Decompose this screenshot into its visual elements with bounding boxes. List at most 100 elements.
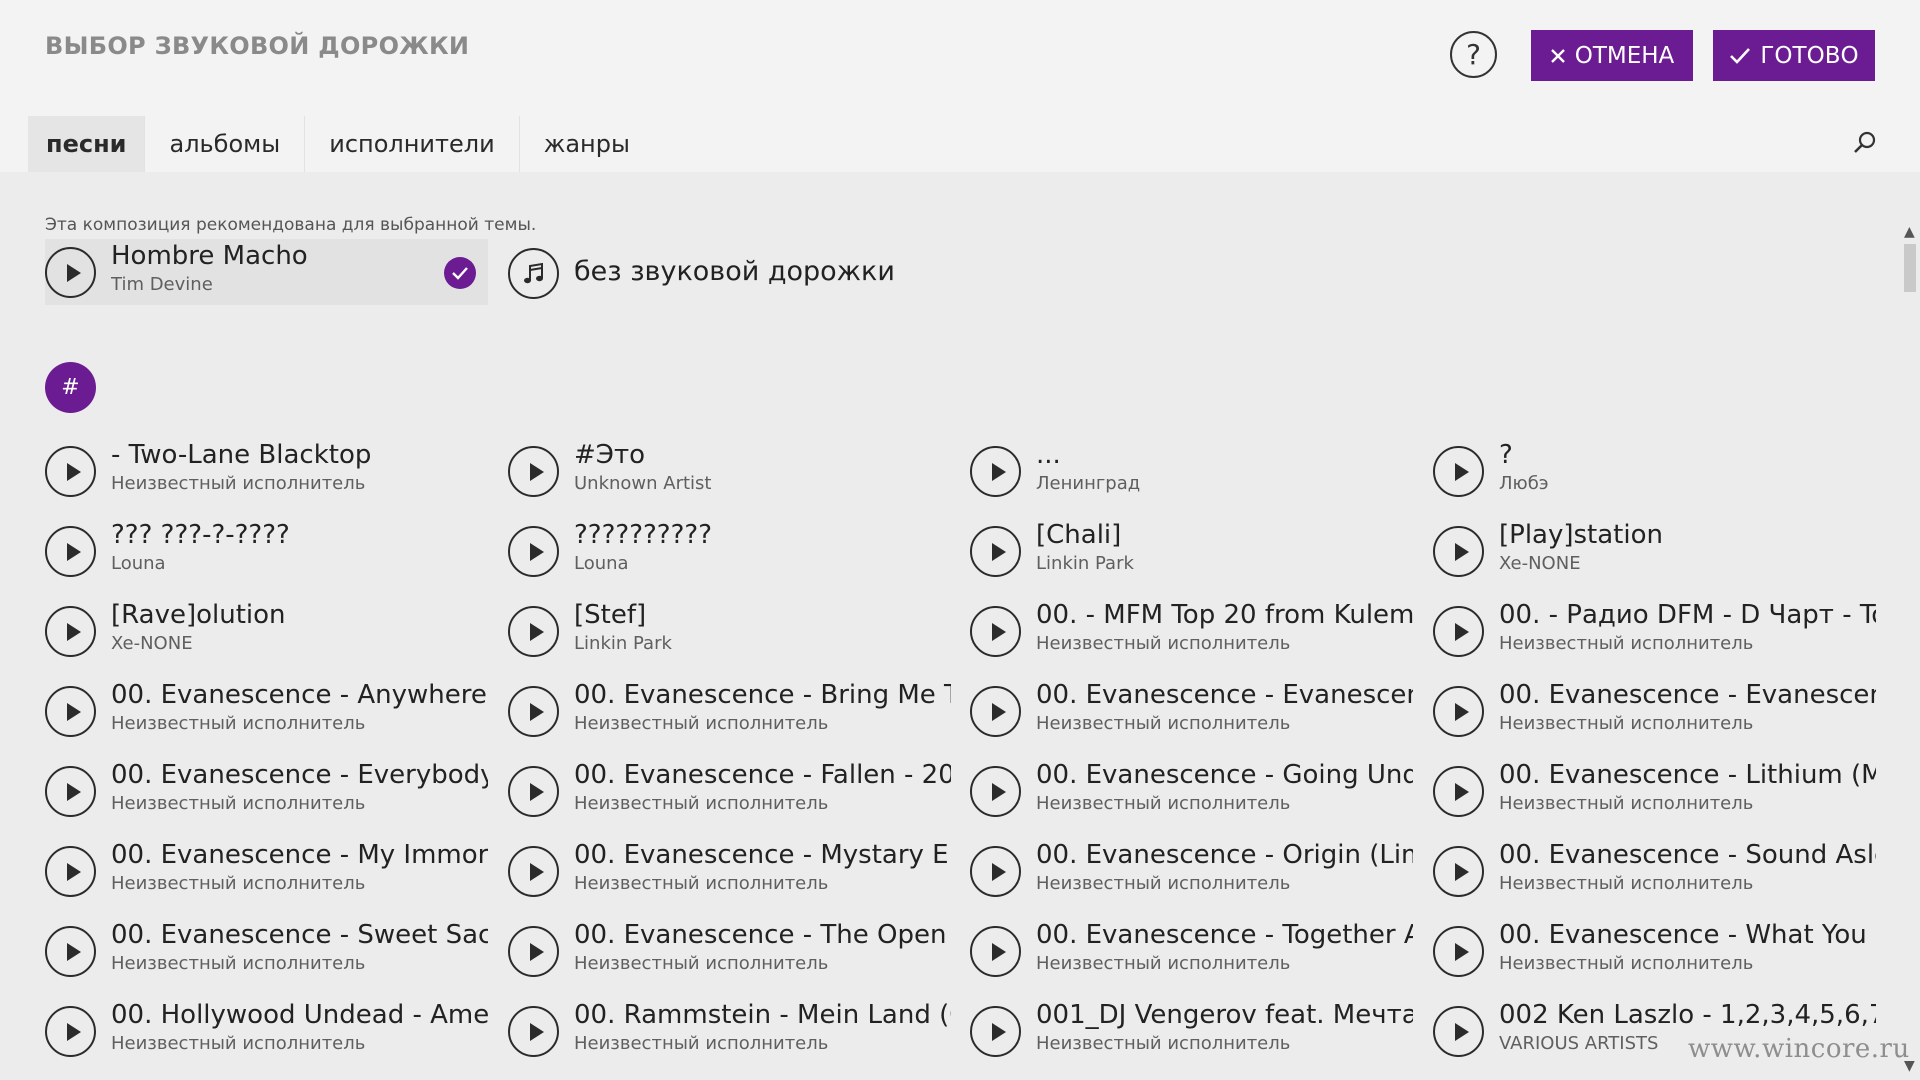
tab-artists[interactable]: исполнители — [305, 116, 520, 172]
play-icon[interactable] — [970, 926, 1021, 977]
cancel-label: ОТМЕНА — [1574, 42, 1675, 69]
play-icon[interactable] — [1433, 846, 1484, 897]
play-icon[interactable] — [970, 686, 1021, 737]
tab-albums[interactable]: альбомы — [145, 116, 306, 172]
play-icon[interactable] — [45, 766, 96, 817]
song-artist: Неизвестный исполнитель — [111, 793, 366, 814]
song-item[interactable]: 00. - Радио DFM - D Чарт - Top-3 Неизвест… — [1433, 598, 1876, 664]
help-button[interactable]: ? — [1450, 31, 1497, 78]
song-item[interactable]: 00. Evanescence - Evanescence EP Неизвест… — [1433, 678, 1876, 744]
song-artist: Неизвестный исполнитель — [1036, 633, 1291, 654]
song-item[interactable]: 00. - MFM Top 20 from Kulemina ( Неизвест… — [970, 598, 1413, 664]
play-icon[interactable] — [1433, 606, 1484, 657]
vertical-scrollbar[interactable]: ▲ ▼ — [1900, 220, 1920, 1080]
song-item[interactable]: - Two-Lane Blacktop Неизвестный исполните… — [45, 438, 488, 504]
song-title: 00. Rammstein - Mein Land (CD S — [574, 1000, 951, 1030]
play-icon[interactable] — [508, 926, 559, 977]
tab-genres[interactable]: жанры — [520, 116, 654, 172]
song-item[interactable]: [Play]station Xe-NONE — [1433, 518, 1876, 584]
play-icon[interactable] — [970, 1006, 1021, 1057]
play-icon[interactable] — [1433, 1006, 1484, 1057]
song-title: 00. Evanescence - My Immortal (M — [111, 840, 488, 870]
song-item[interactable]: 00. Evanescence - Anywhere But H Неизвест… — [45, 678, 488, 744]
song-artist: Неизвестный исполнитель — [574, 873, 829, 894]
play-icon[interactable] — [508, 686, 559, 737]
song-item[interactable]: [Chali] Linkin Park — [970, 518, 1413, 584]
play-icon[interactable] — [508, 1006, 559, 1057]
play-icon[interactable] — [508, 526, 559, 577]
play-icon[interactable] — [970, 606, 1021, 657]
song-item[interactable]: 00. Evanescence - My Immortal (M Неизвест… — [45, 838, 488, 904]
done-button[interactable]: ГОТОВО — [1713, 30, 1875, 81]
top-bar: ВЫБОР ЗВУКОВОЙ ДОРОЖКИ ? ОТМЕНА ГОТОВО п… — [0, 0, 1920, 172]
song-artist: Неизвестный исполнитель — [574, 1033, 829, 1054]
song-artist: Неизвестный исполнитель — [1036, 713, 1291, 734]
play-icon[interactable] — [45, 846, 96, 897]
song-item[interactable]: 00. Rammstein - Mein Land (CD S Неизвестн… — [508, 998, 951, 1064]
play-icon[interactable] — [508, 846, 559, 897]
play-icon[interactable] — [45, 526, 96, 577]
song-item[interactable]: 00. Evanescence - Sweet Sacrifice Неизвес… — [45, 918, 488, 984]
song-item[interactable]: 00. Evanescence - Lithium (Maxi S Неизвес… — [1433, 758, 1876, 824]
song-item[interactable]: [Stef] Linkin Park — [508, 598, 951, 664]
play-icon[interactable] — [970, 766, 1021, 817]
play-icon[interactable] — [45, 1006, 96, 1057]
song-item[interactable]: 00. Evanescence - Mystary EP - 20 Неизвес… — [508, 838, 951, 904]
song-item[interactable]: 00. Evanescence - What You Want Неизвестн… — [1433, 918, 1876, 984]
song-item[interactable]: 00. Evanescence - Bring Me To Life Неизве… — [508, 678, 951, 744]
group-header-badge[interactable]: # — [45, 362, 96, 413]
song-item[interactable]: ?????????? Louna — [508, 518, 951, 584]
song-item[interactable]: 00. Evanescence - Fallen - 2006 Неизвестн… — [508, 758, 951, 824]
song-item[interactable]: 00. Evanescence - Going Under (M Неизвест… — [970, 758, 1413, 824]
play-icon[interactable] — [45, 926, 96, 977]
song-title: [Rave]olution — [111, 600, 286, 630]
close-icon — [1550, 48, 1565, 63]
play-icon[interactable] — [1433, 446, 1484, 497]
play-icon[interactable] — [508, 766, 559, 817]
play-icon[interactable] — [970, 526, 1021, 577]
song-title: 00. Evanescence - Together Again — [1036, 920, 1413, 950]
scroll-up-icon[interactable]: ▲ — [1904, 224, 1915, 240]
tab-songs[interactable]: песни — [28, 116, 146, 172]
song-item[interactable]: [Rave]olution Xe-NONE — [45, 598, 488, 664]
play-icon[interactable] — [970, 846, 1021, 897]
play-icon[interactable] — [1433, 926, 1484, 977]
play-icon[interactable] — [45, 247, 96, 298]
cancel-button[interactable]: ОТМЕНА — [1531, 30, 1693, 81]
song-item[interactable]: #Это Unknown Artist — [508, 438, 951, 504]
play-icon[interactable] — [970, 446, 1021, 497]
no-soundtrack-option[interactable]: без звуковой дорожки — [574, 256, 895, 287]
search-icon[interactable] — [1852, 130, 1878, 156]
play-icon[interactable] — [45, 686, 96, 737]
play-icon[interactable] — [1433, 526, 1484, 577]
recommended-song[interactable]: Hombre Macho Tim Devine — [45, 239, 488, 305]
song-item[interactable]: 00. Evanescence - Together Again Неизвест… — [970, 918, 1413, 984]
tab-label: песни — [46, 130, 127, 158]
play-icon[interactable] — [508, 606, 559, 657]
song-title: 00. Evanescence - What You Want — [1499, 920, 1876, 950]
song-title: 00. - MFM Top 20 from Kulemina ( — [1036, 600, 1413, 630]
song-item[interactable]: ... Ленинград — [970, 438, 1413, 504]
song-artist: Неизвестный исполнитель — [1499, 953, 1754, 974]
play-icon[interactable] — [1433, 686, 1484, 737]
song-item[interactable]: 00. Evanescence - Origin (Limited Неизвес… — [970, 838, 1413, 904]
song-item[interactable]: 00. Hollywood Undead - American Неизвестн… — [45, 998, 488, 1064]
play-icon[interactable] — [45, 606, 96, 657]
song-list-area: Эта композиция рекомендована для выбранн… — [0, 172, 1900, 1080]
play-icon[interactable] — [508, 446, 559, 497]
play-icon[interactable] — [45, 446, 96, 497]
song-item[interactable]: 001_DJ Vengerov feat. Мечтать - Неизвестн… — [970, 998, 1413, 1064]
play-icon[interactable] — [1433, 766, 1484, 817]
song-artist: Unknown Artist — [574, 473, 712, 494]
music-note-icon[interactable] — [508, 248, 559, 299]
song-item[interactable]: 00. Evanescence - Sound Asleep E Неизвест… — [1433, 838, 1876, 904]
song-item[interactable]: ??? ???-?-???? Louna — [45, 518, 488, 584]
song-item[interactable]: 00. Evanescence - Evanescence (D Неизвест… — [970, 678, 1413, 744]
song-title: 00. Hollywood Undead - American — [111, 1000, 488, 1030]
scroll-thumb[interactable] — [1904, 244, 1916, 292]
song-item[interactable]: 00. Evanescence - Everybody's Foo Неизвес… — [45, 758, 488, 824]
tab-label: исполнители — [329, 130, 495, 158]
song-item[interactable]: ? Любэ — [1433, 438, 1876, 504]
song-title: 00. Evanescence - Going Under (M — [1036, 760, 1413, 790]
song-item[interactable]: 00. Evanescence - The Open Door Неизвестн… — [508, 918, 951, 984]
